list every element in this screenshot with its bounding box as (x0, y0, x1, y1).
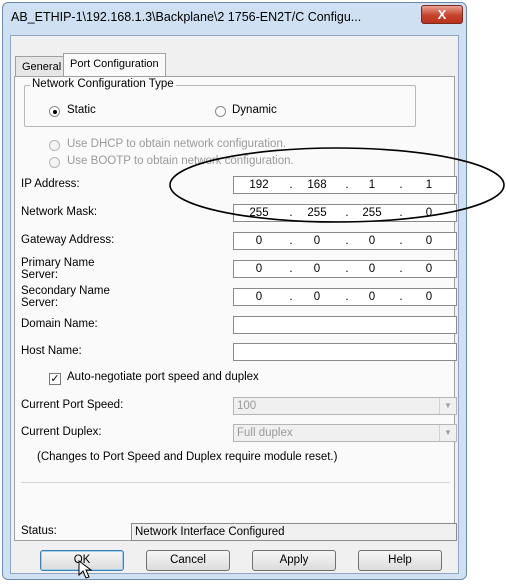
mouse-cursor-icon (78, 560, 93, 579)
annotation-ellipse (169, 147, 505, 223)
